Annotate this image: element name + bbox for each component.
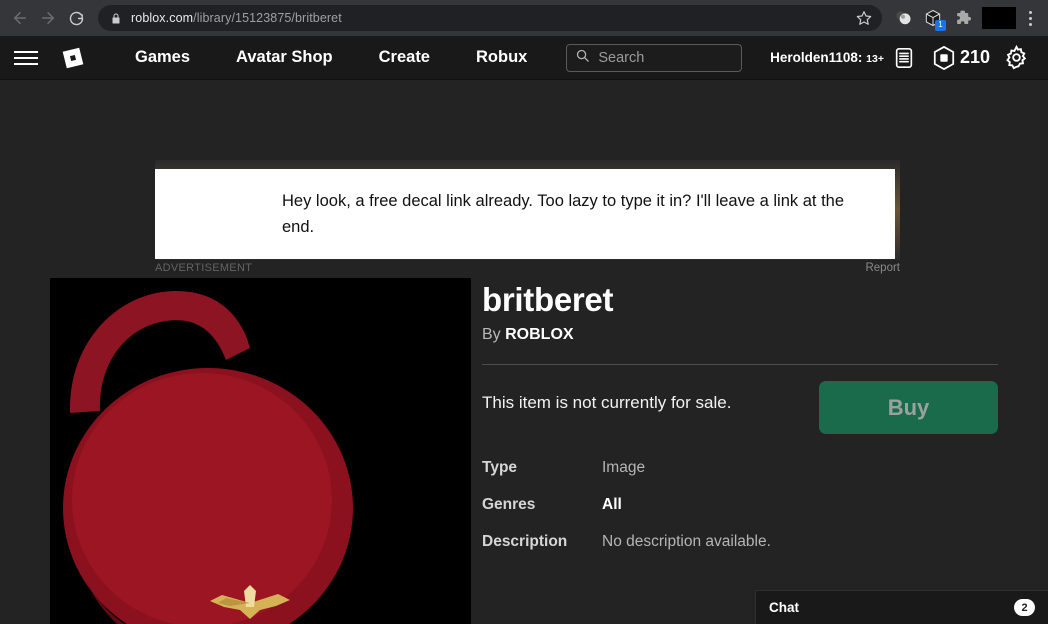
browser-back-button[interactable] — [6, 4, 34, 32]
robux-icon[interactable] — [924, 45, 964, 71]
item-thumbnail[interactable] — [50, 278, 471, 624]
item-facts-table: Type Image Genres All Description No des… — [482, 459, 998, 551]
fact-label-description: Description — [482, 533, 568, 550]
extension-badge-count: 1 — [935, 20, 946, 31]
search-icon — [575, 48, 590, 68]
item-detail-panel: britberet By ROBLOX This item is not cur… — [482, 280, 998, 570]
browser-reload-button[interactable] — [62, 4, 90, 32]
chat-unread-badge: 2 — [1014, 599, 1035, 616]
beret-body-highlight — [72, 373, 332, 624]
search-box[interactable] — [566, 43, 743, 72]
kebab-menu-icon[interactable] — [1020, 10, 1040, 26]
cube-extension-icon[interactable]: 1 — [918, 3, 948, 33]
purchase-row: This item is not currently for sale. Buy — [482, 381, 998, 439]
search-input[interactable] — [598, 49, 734, 66]
gear-icon[interactable] — [996, 45, 1036, 70]
advertisement-label-row: ADVERTISEMENT Report — [155, 262, 900, 274]
arrow-right-icon — [39, 9, 57, 27]
notifications-list-icon[interactable] — [884, 46, 924, 70]
chat-title: Chat — [769, 600, 799, 615]
robux-amount: 210 — [959, 47, 990, 67]
age-rating: 13+ — [866, 53, 884, 65]
url-host: roblox.com — [131, 11, 194, 25]
fact-value-description: No description available. — [602, 533, 771, 550]
buy-button[interactable]: Buy — [819, 381, 998, 434]
fact-row-description: Description No description available. — [482, 533, 998, 551]
advertisement-report-link[interactable]: Report — [865, 262, 900, 274]
annotation-overlay-box: Hey look, a free decal link already. Too… — [155, 169, 895, 259]
reload-icon — [68, 10, 85, 27]
lock-icon — [110, 12, 122, 25]
roblox-logo-icon[interactable] — [60, 45, 86, 71]
hamburger-menu-icon[interactable] — [14, 50, 38, 65]
browser-profile-avatar[interactable] — [982, 7, 1016, 29]
creator-by-label: By — [482, 326, 501, 343]
sale-status-text: This item is not currently for sale. — [482, 393, 732, 412]
puzzle-extensions-icon[interactable] — [948, 3, 978, 33]
browser-toolbar: roblox.com/library/15123875/britberet 1 — [0, 0, 1048, 36]
username-label[interactable]: Herolden1108: 13+ — [770, 50, 884, 65]
header-right-cluster: Herolden1108: 13+ 210 — [770, 45, 1036, 71]
fact-label-type: Type — [482, 459, 518, 476]
star-icon[interactable] — [856, 10, 872, 26]
chat-bar[interactable]: Chat 2 — [755, 590, 1048, 624]
nav-create[interactable]: Create — [356, 48, 453, 67]
nav-avatar-shop[interactable]: Avatar Shop — [213, 48, 356, 67]
item-title: britberet — [482, 281, 614, 318]
annotation-overlay-text: Hey look, a free decal link already. Too… — [282, 192, 845, 236]
detail-divider — [482, 364, 998, 365]
fact-row-type: Type Image — [482, 459, 998, 477]
browser-extension-icons: 1 — [888, 3, 1042, 33]
username-text: Herolden1108: — [770, 50, 863, 65]
creator-name[interactable]: ROBLOX — [505, 326, 573, 343]
sphere-extension-icon[interactable] — [888, 3, 918, 33]
primary-navigation: Games Avatar Shop Create Robux — [112, 48, 550, 67]
nav-games[interactable]: Games — [112, 48, 213, 67]
url-text: roblox.com/library/15123875/britberet — [131, 11, 850, 25]
fact-value-genres: All — [602, 496, 622, 513]
url-path: /library/15123875/britberet — [193, 11, 342, 25]
page-body: Hey look, a free decal link already. Too… — [0, 80, 1048, 624]
advertisement-label: ADVERTISEMENT — [155, 262, 253, 274]
address-bar[interactable]: roblox.com/library/15123875/britberet — [98, 5, 882, 31]
arrow-left-icon — [11, 9, 29, 27]
fact-row-genres: Genres All — [482, 496, 998, 514]
item-creator-line: By ROBLOX — [482, 326, 998, 344]
browser-forward-button[interactable] — [34, 4, 62, 32]
fact-value-type: Image — [602, 459, 646, 476]
nav-robux[interactable]: Robux — [453, 48, 550, 67]
fact-label-genres: Genres — [482, 496, 536, 513]
site-header: Games Avatar Shop Create Robux Herolden1… — [0, 36, 1048, 80]
